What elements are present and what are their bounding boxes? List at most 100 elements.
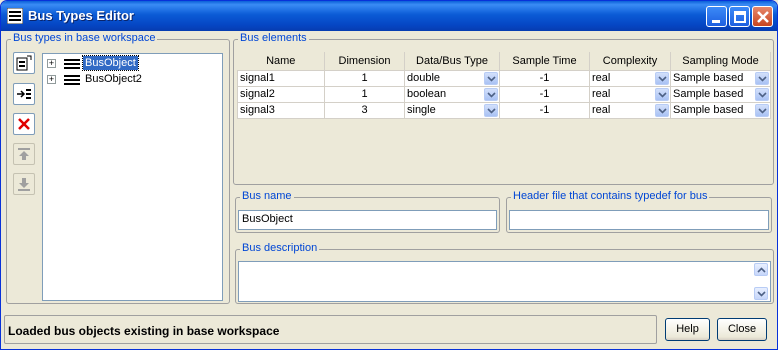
move-down-icon xyxy=(18,178,30,191)
minimize-button[interactable] xyxy=(706,6,727,27)
column-header-type[interactable]: Data/Bus Type xyxy=(404,52,500,70)
chevron-down-icon xyxy=(487,75,496,82)
title-bar[interactable]: Bus Types Editor xyxy=(1,1,777,31)
move-up-button[interactable] xyxy=(13,143,35,165)
bus-description-label: Bus description xyxy=(240,242,320,254)
cell-complexity-combo[interactable]: real xyxy=(589,85,671,103)
cell-sample-time[interactable]: -1 xyxy=(499,101,590,119)
chevron-down-icon xyxy=(758,107,767,114)
cell-sample-time[interactable]: -1 xyxy=(499,69,590,87)
column-header-dimension[interactable]: Dimension xyxy=(324,52,405,70)
chevron-up-icon xyxy=(757,267,766,273)
dropdown-button[interactable] xyxy=(484,103,498,117)
cell-name[interactable]: signal3 xyxy=(237,101,325,119)
column-header-name[interactable]: Name xyxy=(237,52,325,70)
cell-dimension[interactable]: 3 xyxy=(324,101,405,119)
status-message: Loaded bus objects existing in base work… xyxy=(8,324,280,338)
header-file-input[interactable] xyxy=(509,210,769,230)
chevron-down-icon xyxy=(758,91,767,98)
close-button[interactable]: Close xyxy=(717,318,767,341)
delete-icon xyxy=(18,118,30,130)
move-up-icon xyxy=(18,148,30,160)
status-bar: Loaded bus objects existing in base work… xyxy=(4,315,657,344)
scroll-down-button[interactable] xyxy=(754,287,768,300)
dropdown-button[interactable] xyxy=(755,103,769,117)
cell-type-value: single xyxy=(407,104,436,116)
cell-type-value: double xyxy=(407,72,441,84)
tree-item-label: BusObject xyxy=(82,55,139,71)
cell-sampling-mode-value: Sample based xyxy=(673,88,744,100)
add-element-button[interactable] xyxy=(13,83,35,105)
expand-icon[interactable]: + xyxy=(47,75,56,84)
column-header-sample-time[interactable]: Sample Time xyxy=(499,52,590,70)
cell-dimension[interactable]: 1 xyxy=(324,85,405,103)
insert-element-icon xyxy=(17,89,31,99)
bus-elements-table: Name Dimension Data/Bus Type Sample Time… xyxy=(237,52,771,119)
cell-sampling-mode-value: Sample based xyxy=(673,104,744,116)
header-file-label: Header file that contains typedef for bu… xyxy=(511,190,710,202)
close-window-button[interactable] xyxy=(752,6,773,27)
close-icon xyxy=(757,11,769,23)
table-header-row: Name Dimension Data/Bus Type Sample Time… xyxy=(237,52,771,70)
cell-dimension[interactable]: 1 xyxy=(324,69,405,87)
cell-type-value: boolean xyxy=(407,88,447,100)
cell-type-combo[interactable]: single xyxy=(404,101,500,119)
cell-complexity-combo[interactable]: real xyxy=(589,101,671,119)
cell-sample-time[interactable]: -1 xyxy=(499,85,590,103)
cell-sampling-mode-value: Sample based xyxy=(673,72,744,84)
chevron-down-icon xyxy=(658,75,667,82)
table-row[interactable]: signal3 3 single -1 real Sample based xyxy=(237,101,771,119)
expand-icon[interactable]: + xyxy=(47,59,56,68)
table-row[interactable]: signal2 1 boolean -1 real Sample based xyxy=(237,85,771,103)
dropdown-button[interactable] xyxy=(484,71,498,85)
chevron-down-icon xyxy=(658,107,667,114)
bus-elements-panel: Bus elements Name Dimension Data/Bus Typ… xyxy=(233,32,774,185)
chevron-down-icon xyxy=(487,107,496,114)
bus-name-input[interactable]: BusObject xyxy=(238,210,497,230)
dropdown-button[interactable] xyxy=(655,103,669,117)
dropdown-button[interactable] xyxy=(755,71,769,85)
dropdown-button[interactable] xyxy=(655,71,669,85)
dropdown-button[interactable] xyxy=(755,87,769,101)
cell-complexity-value: real xyxy=(592,104,611,116)
header-file-panel: Header file that contains typedef for bu… xyxy=(506,190,772,233)
bus-types-panel: Bus types in base workspace + BusObject … xyxy=(6,32,230,304)
bus-types-panel-label: Bus types in base workspace xyxy=(11,32,158,44)
table-row[interactable]: signal1 1 double -1 real Sample based xyxy=(237,69,771,87)
tree-item-label: BusObject2 xyxy=(85,73,142,85)
bus-elements-panel-label: Bus elements xyxy=(238,32,309,44)
cell-sampling-mode-combo[interactable]: Sample based xyxy=(670,85,771,103)
chevron-down-icon xyxy=(658,91,667,98)
bus-name-panel: Bus name BusObject xyxy=(235,190,500,233)
dropdown-button[interactable] xyxy=(484,87,498,101)
bus-types-editor-window: Bus Types Editor Bus types in base works… xyxy=(0,0,778,350)
move-down-button[interactable] xyxy=(13,173,35,195)
add-bus-button[interactable] xyxy=(13,52,35,74)
column-header-complexity[interactable]: Complexity xyxy=(589,52,671,70)
bus-description-textarea[interactable] xyxy=(238,261,771,302)
dropdown-button[interactable] xyxy=(655,87,669,101)
cell-complexity-value: real xyxy=(592,72,611,84)
bus-object-icon xyxy=(64,59,80,69)
column-header-sampling-mode[interactable]: Sampling Mode xyxy=(670,52,771,70)
cell-name[interactable]: signal1 xyxy=(237,69,325,87)
cell-type-combo[interactable]: double xyxy=(404,69,500,87)
bus-editor-app-icon xyxy=(7,8,23,24)
cell-type-combo[interactable]: boolean xyxy=(404,85,500,103)
help-button[interactable]: Help xyxy=(665,318,710,341)
bus-object-icon xyxy=(64,75,80,85)
bus-types-tree[interactable]: + BusObject + BusObject2 xyxy=(42,53,223,301)
add-bus-icon xyxy=(16,55,32,71)
chevron-down-icon xyxy=(757,291,766,297)
delete-button[interactable] xyxy=(13,113,35,135)
bus-name-label: Bus name xyxy=(240,190,294,202)
scroll-up-button[interactable] xyxy=(754,263,768,276)
minimize-icon xyxy=(712,20,720,23)
cell-complexity-combo[interactable]: real xyxy=(589,69,671,87)
cell-sampling-mode-combo[interactable]: Sample based xyxy=(670,101,771,119)
maximize-button[interactable] xyxy=(729,6,750,27)
cell-sampling-mode-combo[interactable]: Sample based xyxy=(670,69,771,87)
maximize-icon xyxy=(734,11,746,23)
bus-description-panel: Bus description xyxy=(235,242,774,304)
cell-name[interactable]: signal2 xyxy=(237,85,325,103)
